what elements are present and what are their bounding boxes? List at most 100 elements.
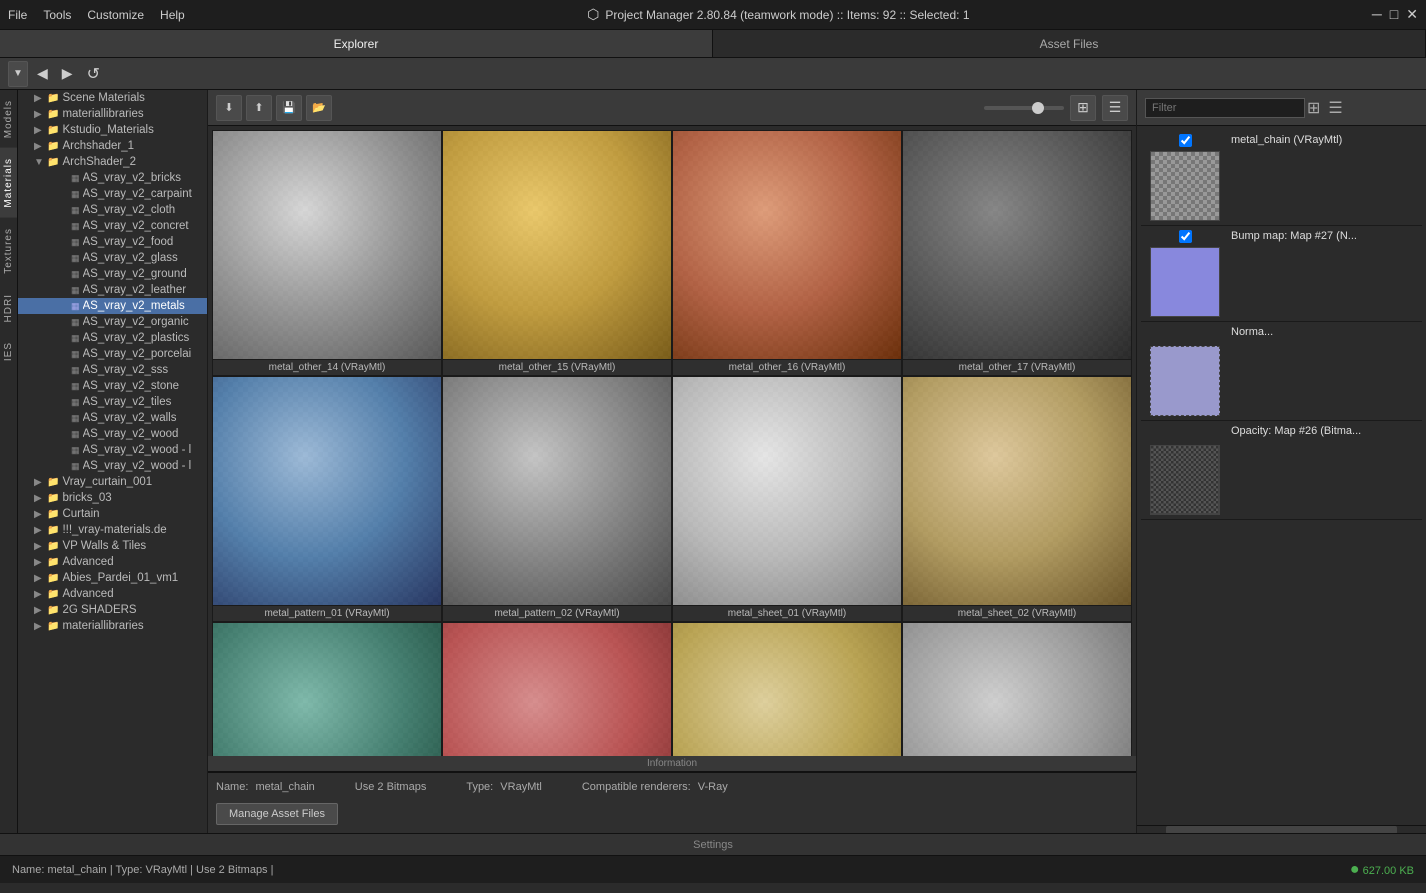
sidebar-item-wood[interactable]: ▦AS_vray_v2_wood (18, 426, 207, 442)
info-bar: Name: metal_chain Use 2 Bitmaps Type: VR… (208, 772, 1136, 833)
material-cell-10[interactable]: metal_wire_03 (VRayMtl) (672, 622, 902, 756)
material-cell-0[interactable]: metal_other_14 (VRayMtl) (212, 130, 442, 376)
material-cell-6[interactable]: metal_sheet_01 (VRayMtl) (672, 376, 902, 622)
sidebar-item-bricks03[interactable]: ▶📁bricks_03 (18, 490, 207, 506)
menu-file[interactable]: File (8, 8, 27, 22)
info-name-value: metal_chain (255, 781, 314, 793)
sidebar-item-archshader2[interactable]: ▼📁ArchShader_2 (18, 154, 207, 170)
sidebar-item-kstudio[interactable]: ▶📁Kstudio_Materials (18, 122, 207, 138)
side-tab-ies[interactable]: IES (0, 332, 17, 371)
filter-input[interactable] (1145, 98, 1305, 118)
asset-name-2: Norma... (1231, 326, 1418, 338)
sidebar-item-scene-materials[interactable]: ▶📁Scene Materials (18, 90, 207, 106)
list-icon[interactable]: ☰ (1326, 96, 1344, 120)
asset-item-1[interactable]: Bump map: Map #27 (N... (1141, 226, 1422, 322)
sidebar-item-tiles[interactable]: ▦AS_vray_v2_tiles (18, 394, 207, 410)
close-button[interactable]: ✕ (1406, 6, 1418, 23)
asset-info-3: Opacity: Map #26 (Bitma... (1231, 425, 1418, 439)
sidebar-tree: ▶📁Scene Materials ▶📁materiallibraries ▶📁… (18, 90, 208, 833)
material-cell-11[interactable]: metal_wire_04 (VRayMtl) (902, 622, 1132, 756)
material-cell-3[interactable]: metal_other_17 (VRayMtl) (902, 130, 1132, 376)
manage-asset-files-button[interactable]: Manage Asset Files (216, 803, 338, 825)
sidebar-item-bricks[interactable]: ▦AS_vray_v2_bricks (18, 170, 207, 186)
sidebar-item-stone[interactable]: ▦AS_vray_v2_stone (18, 378, 207, 394)
side-tab-materials[interactable]: Materials (0, 148, 17, 218)
tab-explorer[interactable]: Explorer (0, 30, 713, 57)
minimize-button[interactable]: ─ (1372, 6, 1382, 23)
sidebar-item-concret[interactable]: ▦AS_vray_v2_concret (18, 218, 207, 234)
tab-asset-files[interactable]: Asset Files (713, 30, 1426, 57)
menu-help[interactable]: Help (160, 8, 185, 22)
import-button[interactable]: ⬇ (216, 95, 242, 121)
info-type-label: Type: (466, 781, 493, 793)
asset-checkbox-1[interactable] (1179, 230, 1192, 243)
asset-info-2: Norma... (1231, 326, 1418, 340)
info-use-value: Use 2 Bitmaps (355, 781, 427, 793)
save-button[interactable]: 💾 (276, 95, 302, 121)
material-cell-2[interactable]: metal_other_16 (VRayMtl) (672, 130, 902, 376)
material-thumb-5 (443, 377, 671, 605)
material-cell-5[interactable]: metal_pattern_02 (VRayMtl) (442, 376, 672, 622)
size-slider-thumb[interactable] (1032, 102, 1044, 114)
grid-view-button[interactable]: ⊞ (1070, 95, 1096, 121)
sidebar-item-cloth[interactable]: ▦AS_vray_v2_cloth (18, 202, 207, 218)
material-label-3: metal_other_17 (VRayMtl) (903, 359, 1131, 375)
sidebar-item-vray-curtain[interactable]: ▶📁Vray_curtain_001 (18, 474, 207, 490)
sidebar-item-porcelai[interactable]: ▦AS_vray_v2_porcelai (18, 346, 207, 362)
grid-icon[interactable]: ⊞ (1305, 96, 1322, 120)
sidebar-item-plastics[interactable]: ▦AS_vray_v2_plastics (18, 330, 207, 346)
sidebar-item-food[interactable]: ▦AS_vray_v2_food (18, 234, 207, 250)
material-thumb-7 (903, 377, 1131, 605)
sidebar-item-abies[interactable]: ▶📁Abies_Pardei_01_vm1 (18, 570, 207, 586)
material-cell-9[interactable]: metal_wire_02 (VRayMtl) (442, 622, 672, 756)
sidebar-item-vray-mats[interactable]: ▶📁!!!_vray-materials.de (18, 522, 207, 538)
side-tab-models[interactable]: Models (0, 90, 17, 148)
asset-name-3: Opacity: Map #26 (Bitma... (1231, 425, 1418, 437)
nav-forward-button[interactable]: ▶ (57, 63, 78, 84)
asset-checkbox-0[interactable] (1179, 134, 1192, 147)
material-cell-7[interactable]: metal_sheet_02 (VRayMtl) (902, 376, 1132, 622)
sidebar-item-glass[interactable]: ▦AS_vray_v2_glass (18, 250, 207, 266)
list-view-button[interactable]: ☰ (1102, 95, 1128, 121)
material-thumb-2 (673, 131, 901, 359)
app-title: ⬡ Project Manager 2.80.84 (teamwork mode… (587, 6, 969, 23)
size-slider[interactable] (984, 106, 1064, 110)
nav-back-button[interactable]: ◀ (32, 63, 53, 84)
side-tab-textures[interactable]: Textures (0, 218, 17, 284)
material-cell-4[interactable]: metal_pattern_01 (VRayMtl) (212, 376, 442, 622)
menu-tools[interactable]: Tools (43, 8, 71, 22)
maximize-button[interactable]: □ (1390, 6, 1398, 23)
sidebar-item-wood2[interactable]: ▦AS_vray_v2_wood - l (18, 442, 207, 458)
sidebar-item-materiallibraries[interactable]: ▶📁materiallibraries (18, 106, 207, 122)
sidebar-item-vp-walls[interactable]: ▶📁VP Walls & Tiles (18, 538, 207, 554)
asset-item-0[interactable]: metal_chain (VRayMtl) (1141, 130, 1422, 226)
material-cell-8[interactable]: metal_wire_01 (VRayMtl) (212, 622, 442, 756)
sidebar-item-archshader1[interactable]: ▶📁Archshader_1 (18, 138, 207, 154)
sidebar-item-advanced2[interactable]: ▶📁Advanced (18, 586, 207, 602)
nav-refresh-button[interactable]: ↺ (82, 62, 105, 86)
export-button[interactable]: ⬆ (246, 95, 272, 121)
settings-label: Settings (693, 839, 733, 851)
asset-item-2[interactable]: Norma... (1141, 322, 1422, 421)
material-cell-1[interactable]: metal_other_15 (VRayMtl) (442, 130, 672, 376)
sidebar-item-materiallibs2[interactable]: ▶📁materiallibraries (18, 618, 207, 634)
asset-name-1: Bump map: Map #27 (N... (1231, 230, 1418, 242)
load-button[interactable]: 📂 (306, 95, 332, 121)
sidebar-item-organic[interactable]: ▦AS_vray_v2_organic (18, 314, 207, 330)
sidebar-item-advanced1[interactable]: ▶📁Advanced (18, 554, 207, 570)
sidebar-item-ground[interactable]: ▦AS_vray_v2_ground (18, 266, 207, 282)
menu-customize[interactable]: Customize (87, 8, 144, 22)
material-thumb-0 (213, 131, 441, 359)
sidebar-item-2g-shaders[interactable]: ▶📁2G SHADERS (18, 602, 207, 618)
sidebar-item-wood3[interactable]: ▦AS_vray_v2_wood - l (18, 458, 207, 474)
sidebar-item-leather[interactable]: ▦AS_vray_v2_leather (18, 282, 207, 298)
sidebar-item-walls[interactable]: ▦AS_vray_v2_walls (18, 410, 207, 426)
sidebar-item-carpaint[interactable]: ▦AS_vray_v2_carpaint (18, 186, 207, 202)
grid-tools-left: ⬇ ⬆ 💾 📂 (216, 95, 332, 121)
asset-item-3[interactable]: Opacity: Map #26 (Bitma... (1141, 421, 1422, 520)
side-tab-hdri[interactable]: HDRI (0, 284, 17, 332)
sidebar-item-curtain[interactable]: ▶📁Curtain (18, 506, 207, 522)
nav-dropdown-button[interactable]: ▼ (8, 61, 28, 87)
sidebar-item-sss[interactable]: ▦AS_vray_v2_sss (18, 362, 207, 378)
sidebar-item-metals[interactable]: ▦AS_vray_v2_metals (18, 298, 207, 314)
